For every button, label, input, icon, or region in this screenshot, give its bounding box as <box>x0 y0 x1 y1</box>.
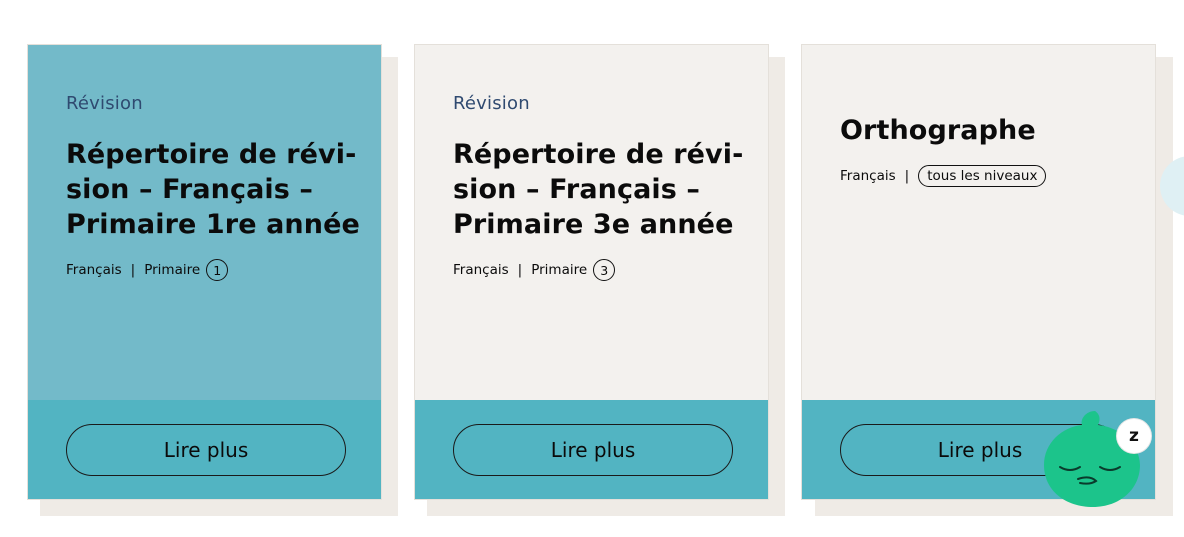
grade-badge: 3 <box>593 259 616 281</box>
card-title-line: Primaire 3e année <box>453 209 734 240</box>
card-title[interactable]: Orthographe <box>840 113 1140 148</box>
card-footer: Lire plus <box>415 400 768 499</box>
card-body: Révision Répertoire de révi- sion – Fran… <box>415 45 768 400</box>
level-pill: tous les niveaux <box>918 165 1047 187</box>
card-title-line: sion – Français – <box>66 174 314 205</box>
tag-separator: | <box>904 168 910 184</box>
sleep-badge-letter: z <box>1129 426 1139 446</box>
subject-tag: Français <box>840 168 896 184</box>
card-title[interactable]: Répertoire de révi- sion – Français – Pr… <box>453 137 753 242</box>
card-body: Révision Répertoire de révi- sion – Fran… <box>28 45 381 400</box>
sleeping-mascot-assistant[interactable]: z <box>1038 405 1158 515</box>
card-kicker: Révision <box>453 93 530 114</box>
card-title-line: Primaire 1re année <box>66 209 360 240</box>
card-footer: Lire plus <box>28 400 381 499</box>
card-title[interactable]: Répertoire de révi- sion – Français – Pr… <box>66 137 366 242</box>
card-body: Orthographe Français | tous les niveaux <box>802 45 1155 400</box>
card-tags: Français | tous les niveaux <box>840 165 1047 187</box>
grade-badge: 1 <box>206 259 229 281</box>
card-title-line: Répertoire de révi- <box>453 139 744 170</box>
lire-plus-button[interactable]: Lire plus <box>66 424 346 476</box>
sleep-badge: z <box>1117 419 1151 453</box>
card-tags: Français | Primaire 1 <box>66 259 229 281</box>
card-title-line: Répertoire de révi- <box>66 139 357 170</box>
subject-tag: Français <box>453 262 509 278</box>
subject-tag: Français <box>66 262 122 278</box>
tag-separator: | <box>130 262 136 278</box>
lire-plus-button[interactable]: Lire plus <box>453 424 733 476</box>
card-title-line: sion – Français – <box>453 174 701 205</box>
card-tags: Français | Primaire 3 <box>453 259 616 281</box>
card-repertoire-1re-annee[interactable]: Révision Répertoire de révi- sion – Fran… <box>27 44 382 500</box>
card-repertoire-3e-annee[interactable]: Révision Répertoire de révi- sion – Fran… <box>414 44 769 500</box>
level-tag: Primaire <box>531 262 588 278</box>
card-kicker: Révision <box>66 93 143 114</box>
level-tag: Primaire <box>144 262 201 278</box>
tag-separator: | <box>517 262 523 278</box>
